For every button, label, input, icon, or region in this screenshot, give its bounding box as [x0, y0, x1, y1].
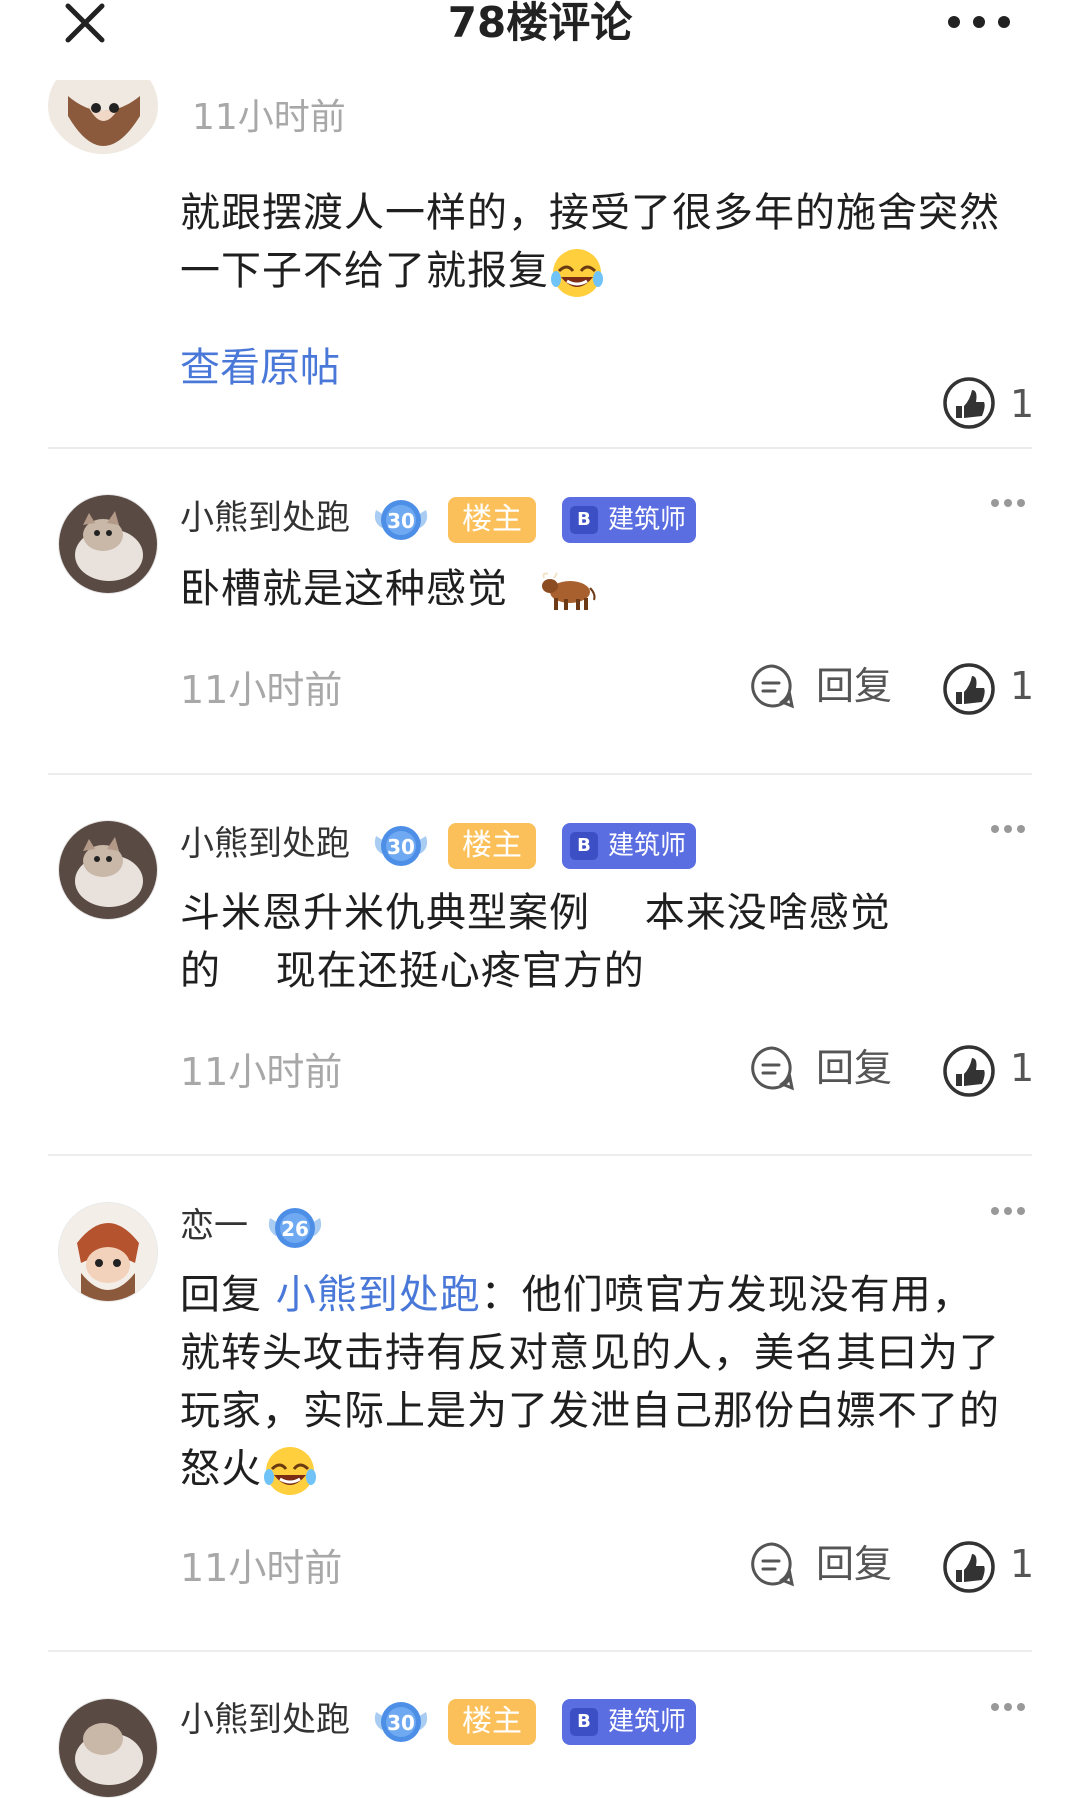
- comment-body-line: 的 现在还挺心疼官方的: [180, 948, 645, 994]
- comment-text: 斗米恩升米仇典型案例 本来没啥感觉 的 现在还挺心疼官方的: [180, 884, 1010, 1000]
- laughing-tears-emoji-icon: [264, 1447, 316, 1495]
- bull-emoji-icon: [541, 572, 596, 610]
- thumbs-up-icon[interactable]: [942, 662, 996, 716]
- comment-time: 11小时前: [180, 1050, 343, 1094]
- architect-icon: B: [570, 1708, 598, 1736]
- reply-to-username-link[interactable]: 小熊到处跑: [276, 1272, 481, 1318]
- comment-more-icon[interactable]: [990, 1702, 1026, 1712]
- level-badge-icon: 30: [374, 826, 428, 866]
- architect-icon: B: [570, 506, 598, 534]
- like-count: 1: [1010, 664, 1035, 708]
- divider: [48, 1154, 1032, 1156]
- comment-text: 卧槽就是这种感觉: [180, 560, 1010, 618]
- comment-text: 回复 小熊到处跑：他们喷官方发现没有用，就转头攻击持有反对意见的人，美名其曰为了…: [180, 1266, 1010, 1498]
- like-count: 1: [1010, 1046, 1035, 1090]
- username[interactable]: 小熊到处跑: [180, 1700, 350, 1740]
- page-title: 78楼评论: [447, 0, 633, 47]
- reply-icon[interactable]: [748, 1540, 796, 1588]
- thumbs-up-icon[interactable]: [942, 1540, 996, 1594]
- reply-prefix: 回复: [180, 1272, 262, 1318]
- comment-more-icon[interactable]: [990, 498, 1026, 508]
- username[interactable]: 小熊到处跑: [180, 498, 350, 538]
- reply-icon[interactable]: [748, 1044, 796, 1092]
- comment-more-icon[interactable]: [990, 1206, 1026, 1216]
- like-count: 1: [1010, 382, 1035, 426]
- comment-text: 就跟摆渡人一样的，接受了很多年的施舍突然一下子不给了就报复: [180, 184, 1000, 300]
- like-count: 1: [1010, 1542, 1035, 1586]
- level-badge-icon: 26: [268, 1208, 322, 1248]
- level-number: 30: [387, 1711, 415, 1735]
- divider: [48, 1650, 1032, 1652]
- username[interactable]: 小熊到处跑: [180, 824, 350, 864]
- op-badge: 楼主: [448, 823, 536, 869]
- level-number: 30: [387, 509, 415, 533]
- avatar[interactable]: [58, 1202, 158, 1302]
- reply-button[interactable]: 回复: [816, 664, 892, 708]
- level-number: 30: [387, 835, 415, 859]
- op-badge: 楼主: [448, 1699, 536, 1745]
- architect-badge-label: 建筑师: [608, 1707, 687, 1737]
- level-badge-icon: 30: [374, 500, 428, 540]
- op-badge: 楼主: [448, 497, 536, 543]
- comment-more-icon[interactable]: [990, 824, 1026, 834]
- comment-time: 11小时前: [180, 1546, 343, 1590]
- avatar[interactable]: [58, 1698, 158, 1798]
- laughing-tears-emoji-icon: [551, 249, 603, 297]
- divider: [48, 447, 1032, 449]
- architect-icon: B: [570, 832, 598, 860]
- reply-icon[interactable]: [748, 662, 796, 710]
- reply-button[interactable]: 回复: [816, 1542, 892, 1586]
- view-original-post-link[interactable]: 查看原帖: [180, 344, 340, 392]
- username[interactable]: 恋一: [180, 1206, 248, 1246]
- more-options-icon[interactable]: [946, 10, 1012, 34]
- thumbs-up-icon[interactable]: [942, 1044, 996, 1098]
- architect-badge: B 建筑师: [562, 1699, 696, 1745]
- comment-body: 卧槽就是这种感觉: [180, 566, 508, 612]
- avatar[interactable]: [58, 494, 158, 594]
- avatar[interactable]: [58, 820, 158, 920]
- level-number: 26: [281, 1217, 309, 1241]
- thumbs-up-icon[interactable]: [942, 376, 996, 430]
- level-badge-icon: 30: [374, 1702, 428, 1742]
- comment-time: 11小时前: [180, 668, 343, 712]
- architect-badge-label: 建筑师: [608, 831, 687, 861]
- comment-time: 11小时前: [192, 97, 346, 138]
- comment-body-line: 斗米恩升米仇典型案例 本来没啥感觉: [180, 890, 891, 936]
- architect-badge: B 建筑师: [562, 823, 696, 869]
- architect-badge-label: 建筑师: [608, 505, 687, 535]
- top-bar: 78楼评论: [0, 0, 1080, 80]
- architect-badge: B 建筑师: [562, 497, 696, 543]
- divider: [48, 773, 1032, 775]
- reply-button[interactable]: 回复: [816, 1046, 892, 1090]
